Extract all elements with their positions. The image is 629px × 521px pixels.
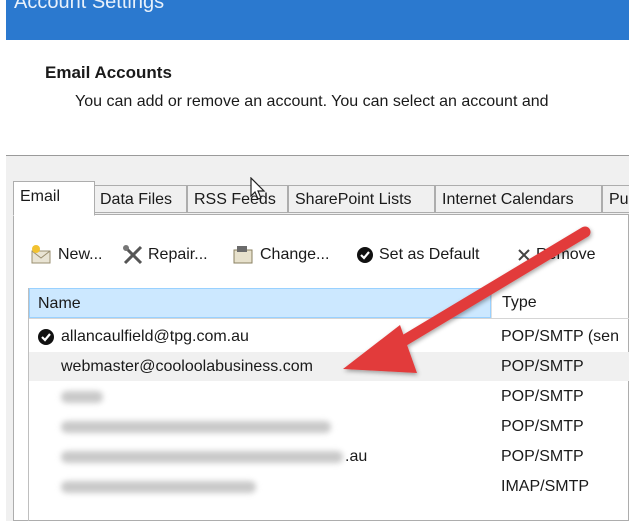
remove-icon — [518, 249, 530, 261]
account-row[interactable]: .au POP/SMTP — [29, 442, 629, 471]
new-account-button[interactable]: New... — [30, 242, 102, 268]
column-header-type[interactable]: Type — [491, 288, 629, 318]
redacted-name — [61, 451, 343, 463]
tab-data-files[interactable]: Data Files — [93, 185, 187, 213]
account-row[interactable]: POP/SMTP — [29, 412, 629, 441]
list-header: Name Type — [29, 288, 629, 319]
change-label: Change... — [260, 246, 330, 263]
tab-sharepoint-lists[interactable]: SharePoint Lists — [288, 185, 435, 213]
tab-internet-calendars[interactable]: Internet Calendars — [435, 185, 602, 213]
account-list: Name Type allancaulfield@tpg.com.au POP/… — [28, 288, 629, 521]
account-name: webmaster@cooloolabusiness.com — [61, 358, 313, 375]
account-type: POP/SMTP (sen — [501, 328, 619, 345]
repair-label: Repair... — [148, 246, 208, 263]
change-account-icon — [233, 246, 253, 264]
account-type: IMAP/SMTP — [501, 478, 590, 495]
account-row[interactable]: IMAP/SMTP — [29, 472, 629, 501]
tab-rss-feeds[interactable]: RSS Feeds — [187, 185, 288, 213]
default-account-check-icon — [38, 329, 54, 345]
tab-email[interactable]: Email — [13, 181, 95, 216]
account-row-selected[interactable]: webmaster@cooloolabusiness.com POP/SMTP — [29, 352, 629, 381]
check-circle-icon — [357, 247, 373, 263]
redacted-name — [61, 391, 103, 403]
title-bar: Account Settings — [6, 0, 629, 40]
new-label: New... — [58, 246, 103, 263]
mouse-cursor-icon — [250, 177, 266, 200]
account-name-suffix: .au — [345, 448, 368, 465]
tab-strip: Email Data Files RSS Feeds SharePoint Li… — [13, 181, 629, 216]
account-row[interactable]: POP/SMTP — [29, 382, 629, 411]
account-name: allancaulfield@tpg.com.au — [61, 328, 249, 345]
tools-icon — [123, 245, 143, 265]
account-type: POP/SMTP — [501, 388, 584, 405]
remove-button[interactable]: Remove — [516, 242, 596, 268]
section-description: You can add or remove an account. You ca… — [75, 93, 549, 110]
new-mail-icon — [31, 245, 51, 264]
account-row[interactable]: allancaulfield@tpg.com.au POP/SMTP (sen — [29, 322, 629, 351]
change-button[interactable]: Change... — [232, 242, 329, 268]
account-type: POP/SMTP — [501, 418, 584, 435]
tab-published-calendars[interactable]: Pu — [602, 185, 629, 213]
section-heading: Email Accounts — [45, 63, 172, 82]
account-type: POP/SMTP — [501, 448, 584, 465]
account-type: POP/SMTP — [501, 358, 584, 375]
repair-button[interactable]: Repair... — [122, 242, 208, 268]
set-as-default-button[interactable]: Set as Default — [355, 242, 480, 268]
window-title: Account Settings — [14, 0, 165, 13]
column-header-name[interactable]: Name — [29, 288, 491, 318]
set-as-default-label: Set as Default — [379, 246, 480, 263]
redacted-name — [61, 421, 331, 433]
remove-label: Remove — [536, 246, 596, 263]
redacted-name — [61, 481, 256, 493]
